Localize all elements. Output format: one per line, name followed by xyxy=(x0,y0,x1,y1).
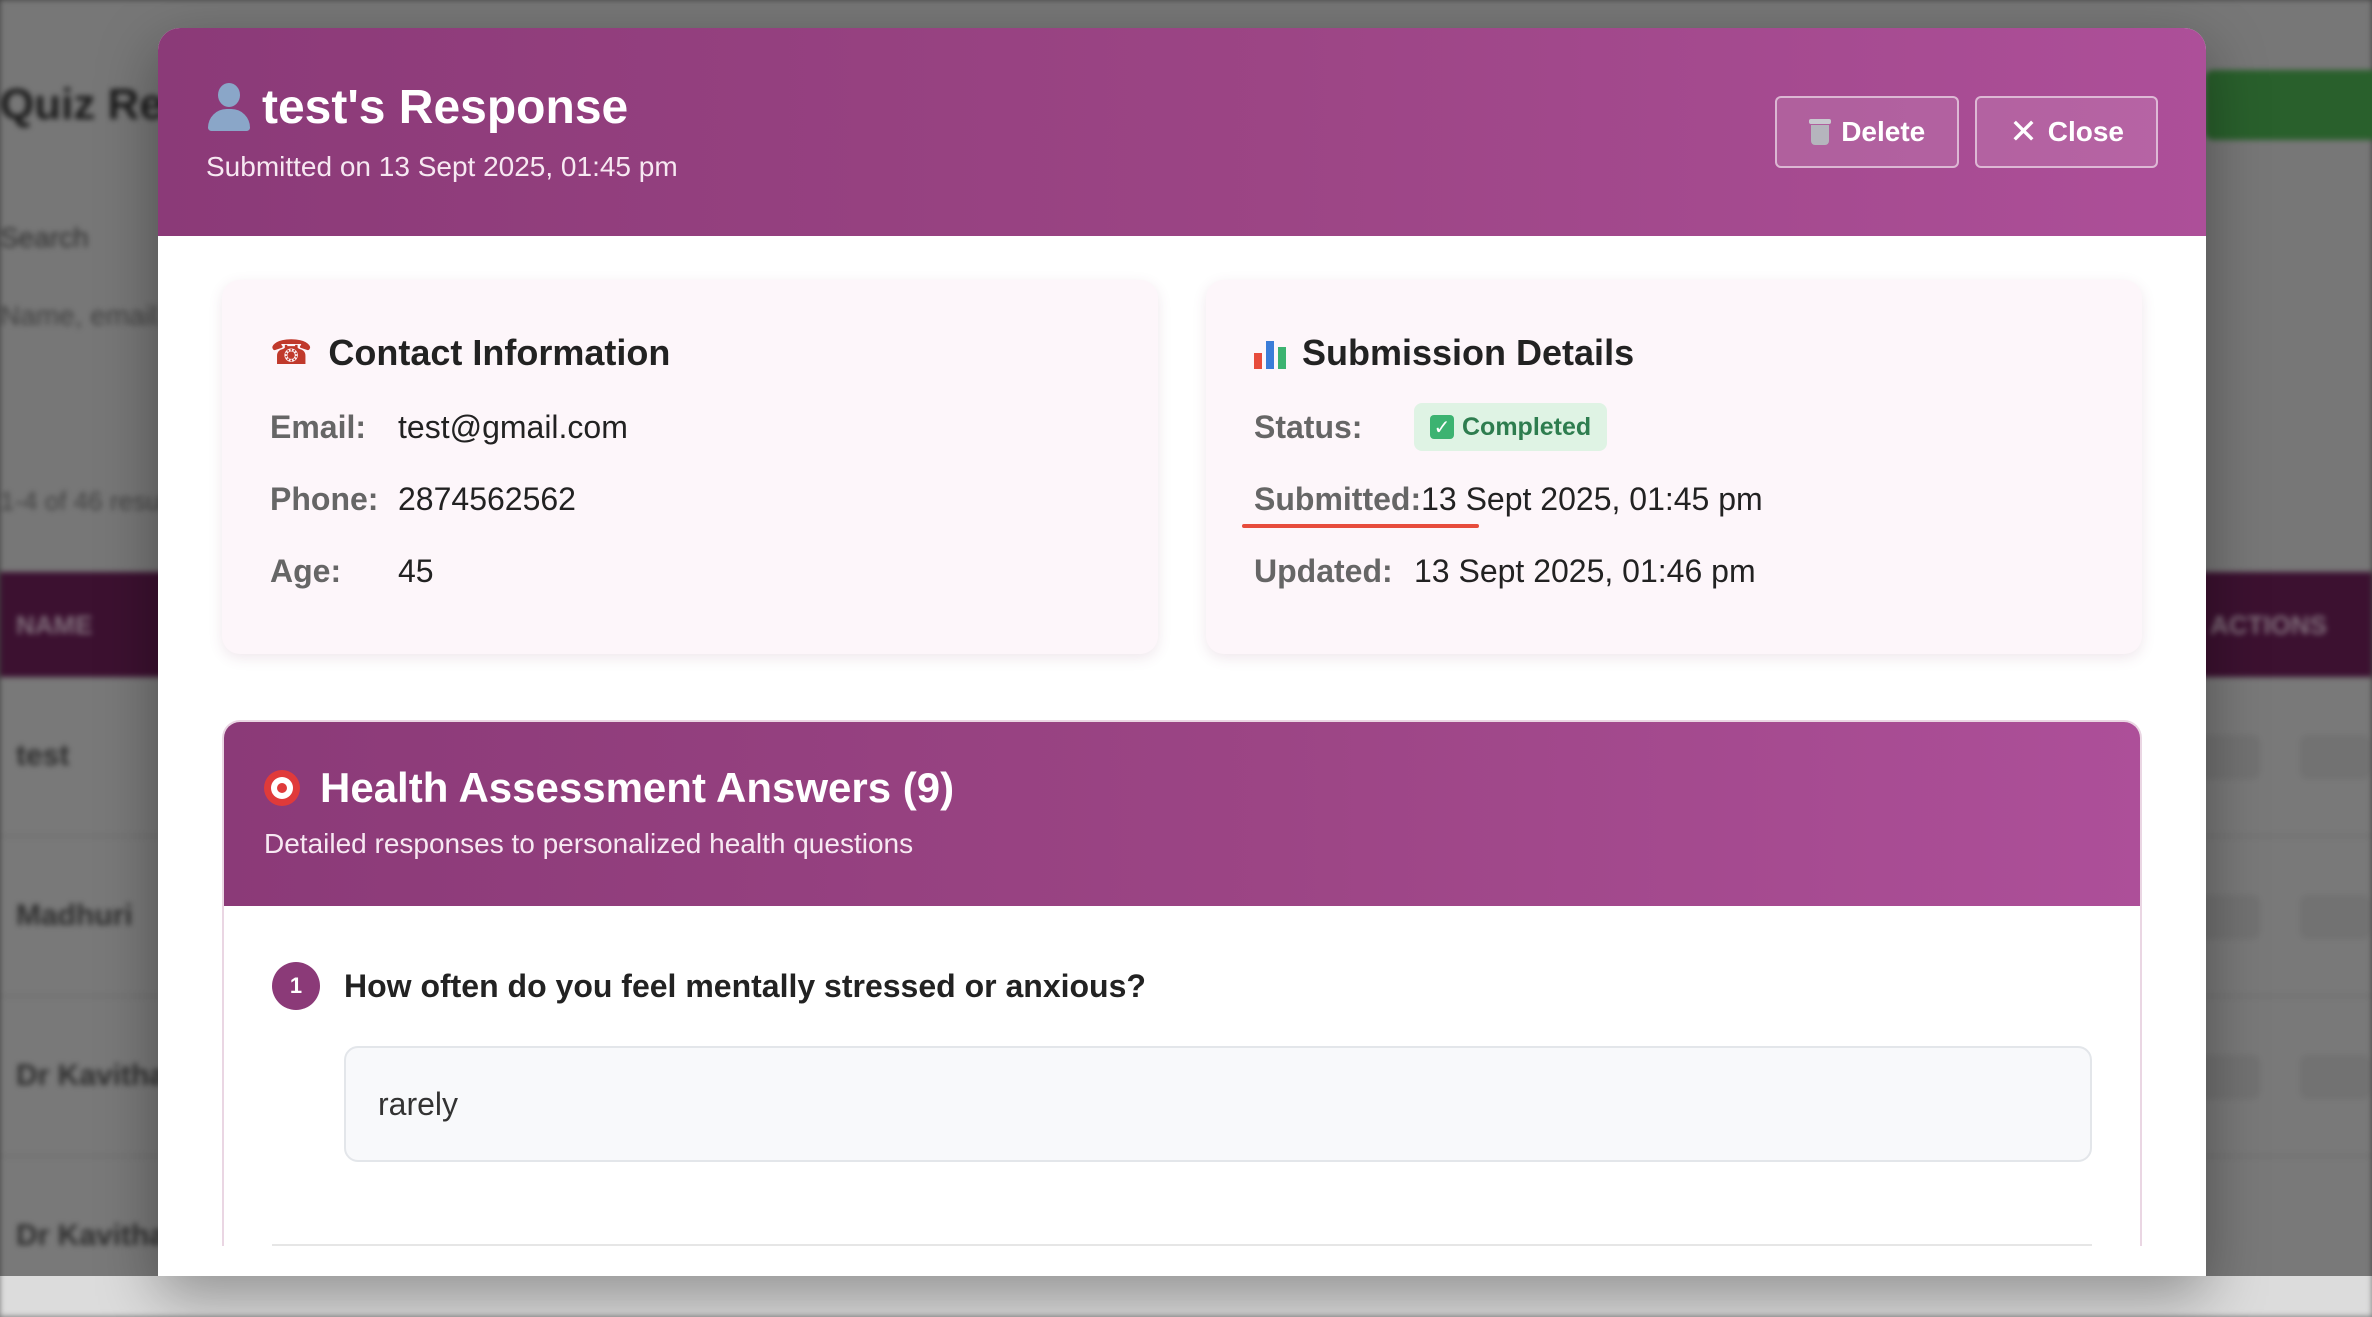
submitted-label: Submitted: xyxy=(1254,481,1421,518)
status-label: Status: xyxy=(1254,409,1414,446)
question-divider xyxy=(272,1244,2092,1246)
email-row: Email: test@gmail.com xyxy=(270,408,1110,446)
assessment-title: Health Assessment Answers (9) xyxy=(264,764,2100,812)
updated-value: 13 Sept 2025, 01:46 pm xyxy=(1414,553,1756,590)
assessment-subtitle: Detailed responses to personalized healt… xyxy=(264,828,2100,860)
chart-icon xyxy=(1254,337,1286,369)
close-button[interactable]: ✕ Close xyxy=(1975,96,2158,168)
phone-value: 2874562562 xyxy=(398,481,576,518)
assessment-title-text: Health Assessment Answers (9) xyxy=(320,764,954,812)
status-value: Completed xyxy=(1462,413,1591,442)
trash-icon xyxy=(1809,119,1831,145)
phone-row: Phone: 2874562562 xyxy=(270,480,1110,518)
assessment-header: Health Assessment Answers (9) Detailed r… xyxy=(224,722,2140,906)
updated-label: Updated: xyxy=(1254,553,1414,590)
question-number: 1 xyxy=(272,962,320,1010)
target-icon xyxy=(264,770,300,806)
user-icon xyxy=(206,83,252,133)
age-row: Age: 45 xyxy=(270,552,1110,590)
info-cards: ☎ Contact Information Email: test@gmail.… xyxy=(222,280,2142,654)
header-actions: Delete ✕ Close xyxy=(1775,96,2158,168)
check-icon: ✓ xyxy=(1430,415,1454,439)
submitted-row: Submitted: 13 Sept 2025, 01:45 pm xyxy=(1254,480,2094,518)
phone-label: Phone: xyxy=(270,481,398,518)
updated-row: Updated: 13 Sept 2025, 01:46 pm xyxy=(1254,552,2094,590)
delete-button[interactable]: Delete xyxy=(1775,96,1959,168)
submitted-value: 13 Sept 2025, 01:45 pm xyxy=(1421,481,1763,518)
delete-label: Delete xyxy=(1841,116,1925,148)
answer-box: rarely xyxy=(344,1046,2092,1162)
submission-title-text: Submission Details xyxy=(1302,332,1634,374)
submission-card: Submission Details Status: ✓ Completed S… xyxy=(1206,280,2142,654)
contact-card-title: ☎ Contact Information xyxy=(270,332,1110,374)
close-label: Close xyxy=(2048,116,2124,148)
age-value: 45 xyxy=(398,553,434,590)
contact-title-text: Contact Information xyxy=(328,332,670,374)
question-text: How often do you feel mentally stressed … xyxy=(344,968,1146,1005)
question-item: 1 How often do you feel mentally stresse… xyxy=(224,906,2140,1246)
submission-card-title: Submission Details xyxy=(1254,332,2094,374)
phone-icon: ☎ xyxy=(270,333,312,373)
assessment-section: Health Assessment Answers (9) Detailed r… xyxy=(222,720,2142,1246)
status-badge: ✓ Completed xyxy=(1414,403,1607,451)
question-row: 1 How often do you feel mentally stresse… xyxy=(272,962,2092,1010)
close-icon: ✕ xyxy=(2009,115,2038,149)
modal-body: ☎ Contact Information Email: test@gmail.… xyxy=(158,236,2206,1246)
status-row: Status: ✓ Completed xyxy=(1254,408,2094,446)
email-label: Email: xyxy=(270,409,398,446)
email-value: test@gmail.com xyxy=(398,409,628,446)
age-label: Age: xyxy=(270,553,398,590)
contact-card: ☎ Contact Information Email: test@gmail.… xyxy=(222,280,1158,654)
modal-title-text: test's Response xyxy=(262,80,628,135)
modal-header: test's Response Submitted on 13 Sept 202… xyxy=(158,28,2206,236)
response-modal: test's Response Submitted on 13 Sept 202… xyxy=(158,28,2206,1276)
